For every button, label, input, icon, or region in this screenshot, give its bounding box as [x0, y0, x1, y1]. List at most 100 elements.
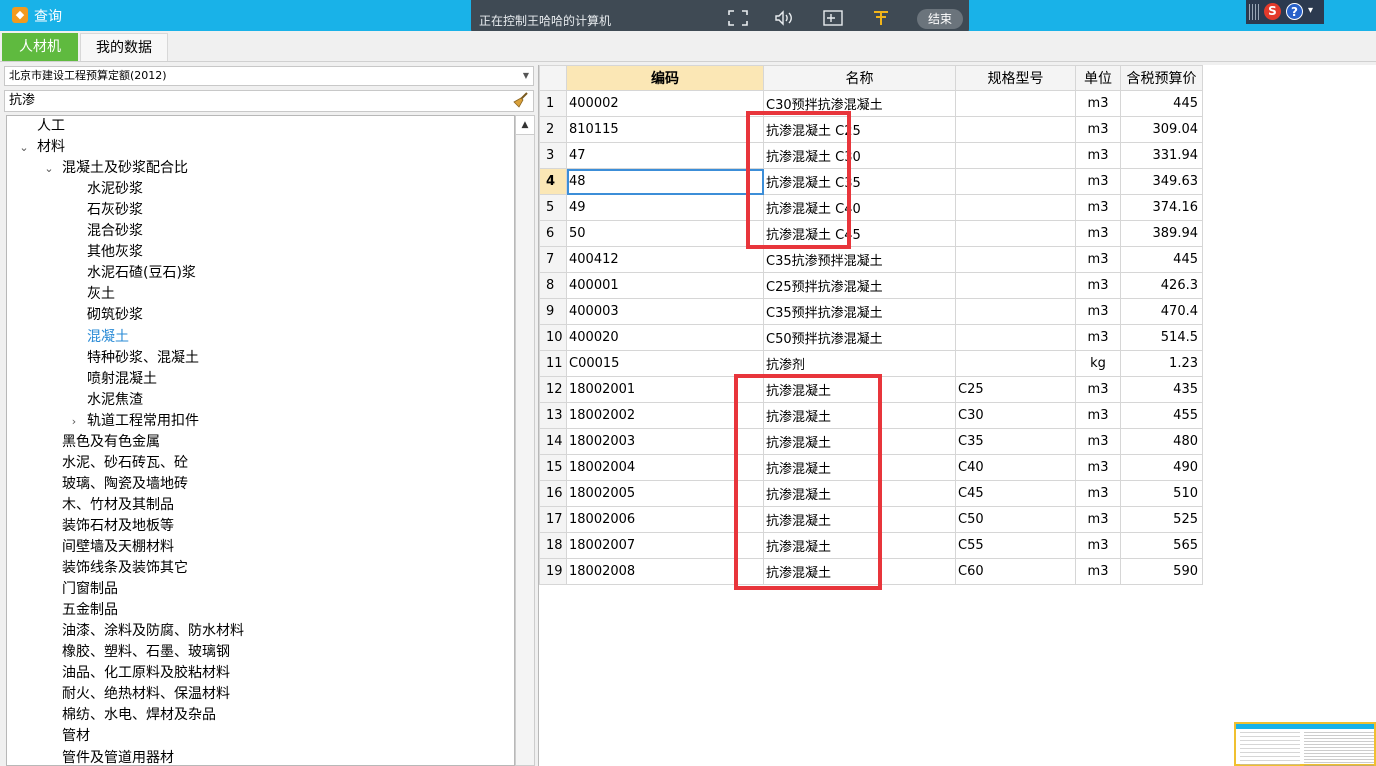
cell-name[interactable]: C35预拌抗渗混凝土 — [763, 298, 956, 325]
cell-spec[interactable] — [955, 324, 1076, 351]
cell-spec[interactable] — [955, 298, 1076, 325]
cell-spec[interactable] — [955, 194, 1076, 221]
cell-code[interactable]: 400020 — [566, 324, 764, 351]
tree-item[interactable]: 五金制品 — [62, 600, 118, 621]
tree-item[interactable]: 砌筑砂浆 — [87, 305, 143, 326]
header-spec[interactable]: 规格型号 — [955, 65, 1076, 91]
tree-item[interactable]: 油品、化工原料及胶粘材料 — [62, 663, 230, 684]
tree-item[interactable]: 门窗制品 — [62, 579, 118, 600]
cell-unit[interactable]: m3 — [1075, 298, 1121, 325]
drag-grip-icon[interactable] — [1249, 4, 1261, 20]
table-row[interactable]: 6 50 抗渗混凝土 C45 m3 389.94 — [539, 220, 1203, 247]
cell-unit[interactable]: m3 — [1075, 220, 1121, 247]
cell-code[interactable]: 47 — [566, 142, 764, 169]
cell-spec[interactable] — [955, 220, 1076, 247]
cell-unit[interactable]: m3 — [1075, 116, 1121, 143]
tree-item[interactable]: › 轨道工程常用扣件 — [72, 411, 199, 432]
cell-unit[interactable]: kg — [1075, 350, 1121, 377]
cell-code[interactable]: 400412 — [566, 246, 764, 273]
table-row[interactable]: 7 400412 C35抗渗预拌混凝土 m3 445 — [539, 246, 1203, 273]
cell-spec[interactable]: C35 — [955, 428, 1076, 455]
cell-spec[interactable] — [955, 90, 1076, 117]
cell-spec[interactable]: C50 — [955, 506, 1076, 533]
chevron-down-icon[interactable]: ▼ — [523, 67, 529, 85]
cell-name[interactable]: C50预拌抗渗混凝土 — [763, 324, 956, 351]
cell-price[interactable]: 331.94 — [1120, 142, 1203, 169]
help-icon[interactable]: ? — [1286, 3, 1303, 20]
speaker-icon[interactable] — [773, 9, 795, 27]
tree-item[interactable]: 灰土 — [87, 284, 115, 305]
tree-item[interactable]: 喷射混凝土 — [87, 369, 157, 390]
tree-item[interactable]: 黑色及有色金属 — [62, 432, 160, 453]
table-row[interactable]: 2 810115 抗渗混凝土 C25 m3 309.04 — [539, 116, 1203, 143]
search-input[interactable]: 抗渗 — [4, 90, 534, 112]
tree-item[interactable]: 油漆、涂料及防腐、防水材料 — [62, 621, 244, 642]
cell-code[interactable]: C00015 — [566, 350, 764, 377]
table-row[interactable]: 10 400020 C50预拌抗渗混凝土 m3 514.5 — [539, 324, 1203, 351]
cell-spec[interactable]: C25 — [955, 376, 1076, 403]
cell-price[interactable]: 590 — [1120, 558, 1203, 585]
cell-unit[interactable]: m3 — [1075, 142, 1121, 169]
sogou-input-icon[interactable]: S — [1264, 3, 1281, 20]
tree-item[interactable]: 管材 — [62, 726, 90, 747]
cell-code[interactable]: 400003 — [566, 298, 764, 325]
remote-preview-thumbnail[interactable] — [1234, 722, 1376, 766]
tree-item[interactable]: ⌄ 混凝土及砂浆配合比 — [44, 158, 188, 179]
end-session-button[interactable]: 结束 — [917, 9, 963, 29]
cell-spec[interactable] — [955, 350, 1076, 377]
cell-price[interactable]: 309.04 — [1120, 116, 1203, 143]
cell-unit[interactable]: m3 — [1075, 246, 1121, 273]
expand-chevron-icon[interactable]: ⌄ — [17, 137, 31, 158]
cell-price[interactable]: 490 — [1120, 454, 1203, 481]
cell-price[interactable]: 445 — [1120, 90, 1203, 117]
cell-price[interactable]: 389.94 — [1120, 220, 1203, 247]
cell-unit[interactable]: m3 — [1075, 506, 1121, 533]
tree-item[interactable]: 石灰砂浆 — [87, 200, 143, 221]
cell-spec[interactable]: C45 — [955, 480, 1076, 507]
cell-unit[interactable]: m3 — [1075, 324, 1121, 351]
clear-broom-icon[interactable] — [513, 92, 529, 108]
table-row[interactable]: 11 C00015 抗渗剂 kg 1.23 — [539, 350, 1203, 377]
cell-spec[interactable]: C55 — [955, 532, 1076, 559]
cell-unit[interactable]: m3 — [1075, 558, 1121, 585]
cell-price[interactable]: 374.16 — [1120, 194, 1203, 221]
cell-spec[interactable]: C60 — [955, 558, 1076, 585]
cell-price[interactable]: 426.3 — [1120, 272, 1203, 299]
cell-spec[interactable]: C30 — [955, 402, 1076, 429]
table-row[interactable]: 3 47 抗渗混凝土 C30 m3 331.94 — [539, 142, 1203, 169]
cell-unit[interactable]: m3 — [1075, 194, 1121, 221]
fullscreen-icon[interactable] — [727, 9, 749, 27]
tab-my-data[interactable]: 我的数据 — [80, 33, 168, 61]
tree-item[interactable]: 装饰线条及装饰其它 — [62, 558, 188, 579]
header-code[interactable]: 编码 — [566, 65, 764, 91]
cell-unit[interactable]: m3 — [1075, 168, 1121, 195]
tree-item[interactable]: 混合砂浆 — [87, 221, 143, 242]
tree-item[interactable]: 装饰石材及地板等 — [62, 516, 174, 537]
cell-spec[interactable] — [955, 168, 1076, 195]
cell-price[interactable]: 455 — [1120, 402, 1203, 429]
cell-code[interactable]: 48 — [566, 168, 764, 195]
tree-item[interactable]: 耐火、绝热材料、保温材料 — [62, 684, 230, 705]
cell-code[interactable]: 49 — [566, 194, 764, 221]
cell-name[interactable]: C25预拌抗渗混凝土 — [763, 272, 956, 299]
quota-library-select[interactable]: 北京市建设工程预算定额(2012) ▼ — [4, 66, 534, 86]
cell-price[interactable]: 565 — [1120, 532, 1203, 559]
cell-price[interactable]: 525 — [1120, 506, 1203, 533]
tree-item[interactable]: 棉纺、水电、焊材及杂品 — [62, 705, 216, 726]
cell-unit[interactable]: m3 — [1075, 428, 1121, 455]
tree-item[interactable]: 玻璃、陶瓷及墙地砖 — [62, 474, 188, 495]
tree-item[interactable]: 人工 — [37, 116, 65, 137]
cell-spec[interactable] — [955, 246, 1076, 273]
table-row[interactable]: 8 400001 C25预拌抗渗混凝土 m3 426.3 — [539, 272, 1203, 299]
cell-price[interactable]: 510 — [1120, 480, 1203, 507]
cell-name[interactable]: 抗渗剂 — [763, 350, 956, 377]
table-row[interactable]: 1 400002 C30预拌抗渗混凝土 m3 445 — [539, 90, 1203, 117]
cell-code[interactable]: 810115 — [566, 116, 764, 143]
cell-code[interactable]: 50 — [566, 220, 764, 247]
scroll-up-icon[interactable]: ▲ — [516, 116, 534, 135]
cell-unit[interactable]: m3 — [1075, 90, 1121, 117]
tab-materials[interactable]: 人材机 — [2, 33, 78, 61]
tree-item[interactable]: ⌄ 材料 — [19, 137, 65, 158]
collapse-chevron-icon[interactable]: › — [67, 411, 81, 432]
expand-chevron-icon[interactable]: ⌄ — [42, 158, 56, 179]
